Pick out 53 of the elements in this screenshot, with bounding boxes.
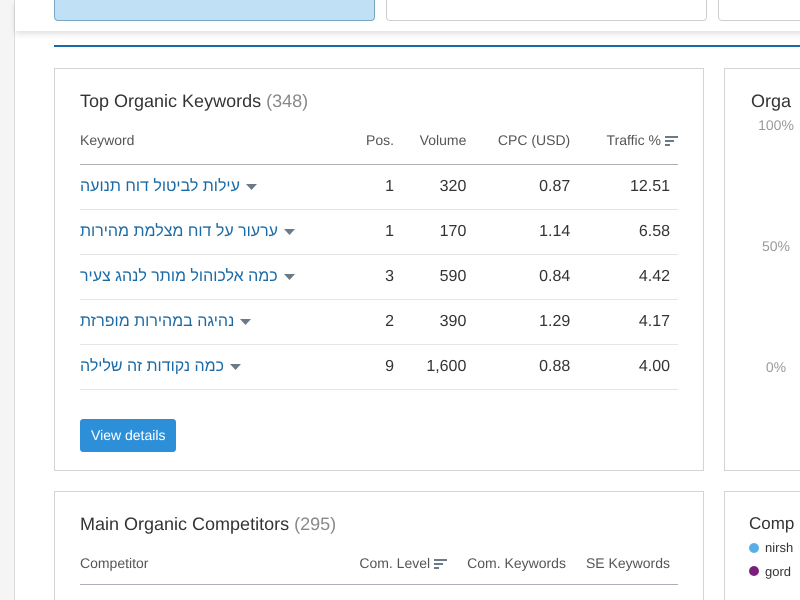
card-title: Comp bbox=[749, 513, 796, 535]
keyword-link[interactable]: כמה נקודות זה שלילה bbox=[80, 354, 224, 378]
dropdown-caret-icon[interactable] bbox=[240, 318, 252, 324]
table-cell: 0.88 bbox=[539, 358, 570, 374]
column-header[interactable]: Traffic % bbox=[606, 132, 661, 148]
keyword-link[interactable]: כמה אלכוהול מותר לנהג צעיר bbox=[80, 264, 278, 288]
column-header: CPC (USD) bbox=[498, 132, 570, 148]
column-header: Com. Keywords bbox=[467, 554, 566, 573]
table-cell: 4.17 bbox=[638, 312, 670, 330]
axis-label: 50% bbox=[762, 237, 790, 256]
table-cell: 590 bbox=[440, 268, 466, 284]
table-cell: 1 bbox=[385, 178, 394, 194]
legend-label: gord bbox=[765, 562, 792, 581]
dropdown-caret-icon[interactable] bbox=[246, 184, 257, 190]
table-cell: 0.84 bbox=[539, 268, 570, 284]
dropdown-caret-icon[interactable] bbox=[284, 228, 295, 234]
dropdown-caret-icon[interactable] bbox=[230, 364, 242, 370]
table-cell: 9 bbox=[385, 358, 394, 374]
table-cell: 1 bbox=[385, 222, 394, 240]
column-header: Volume bbox=[420, 132, 466, 148]
legend-label: nirsh bbox=[765, 539, 794, 557]
keyword-link[interactable]: ערעור על דוח מצלמת מהירות bbox=[80, 220, 278, 244]
table-cell: 4.00 bbox=[638, 358, 670, 374]
table-cell: 2 bbox=[385, 312, 394, 330]
keyword-link[interactable]: עילות לביטול דוח תנועה bbox=[80, 174, 240, 198]
sort-icon bbox=[434, 558, 448, 570]
card-title: Orga bbox=[751, 90, 792, 113]
column-header: Keyword bbox=[80, 132, 134, 148]
table-cell: 390 bbox=[440, 312, 466, 330]
table-cell: 6.58 bbox=[638, 222, 670, 240]
card-count: (348) bbox=[266, 91, 308, 111]
column-header: SE Keywords bbox=[586, 554, 670, 573]
sort-icon bbox=[665, 135, 678, 148]
table-cell: 0.87 bbox=[539, 178, 570, 194]
view-details-button[interactable]: View details bbox=[80, 418, 176, 452]
keyword-link[interactable]: נהיגה במהירות מופרזת bbox=[80, 310, 234, 334]
table-cell: 1.29 bbox=[539, 312, 570, 330]
axis-label: 0% bbox=[766, 358, 786, 377]
card-count: (295) bbox=[294, 514, 336, 534]
table-cell: 3 bbox=[385, 268, 394, 284]
column-header[interactable]: Com. Level bbox=[359, 553, 430, 574]
dropdown-caret-icon[interactable] bbox=[284, 274, 295, 280]
axis-label: 100% bbox=[758, 116, 794, 135]
column-header: Pos. bbox=[366, 132, 394, 148]
card-title: Main Organic Competitors bbox=[80, 514, 290, 534]
table-cell: 320 bbox=[440, 178, 466, 194]
table-cell: 4.42 bbox=[638, 268, 670, 284]
table-cell: 1,600 bbox=[426, 358, 466, 374]
column-header: Competitor bbox=[80, 554, 148, 573]
table-cell: 12.51 bbox=[630, 178, 670, 194]
table-cell: 170 bbox=[440, 222, 466, 240]
card-title: Top Organic Keywords bbox=[80, 91, 262, 111]
table-cell: 1.14 bbox=[539, 222, 570, 240]
